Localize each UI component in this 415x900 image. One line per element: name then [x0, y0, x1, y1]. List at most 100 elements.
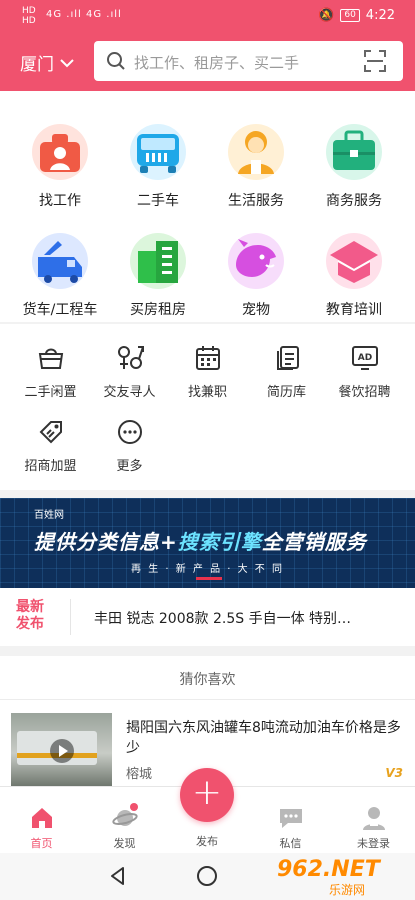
category-truck[interactable]: 货车/工程车	[8, 231, 112, 319]
category-label: 二手车	[137, 193, 179, 209]
category-grid: 找工作 二手车 生活服务 商务服务 货车/工程车 买房租房 宠物 教育培训	[0, 91, 415, 322]
sim1-label: HD	[22, 6, 36, 16]
mute-icon: 🔕	[318, 8, 335, 23]
truck-icon	[32, 233, 88, 289]
back-icon[interactable]	[108, 866, 128, 886]
search-icon	[107, 52, 125, 70]
life-service-icon	[228, 124, 284, 180]
category-label: 宠物	[242, 302, 270, 318]
education-icon	[326, 233, 382, 289]
subcategory-resume[interactable]: 简历库	[245, 344, 328, 400]
recommend-header: 猜你喜欢	[0, 656, 415, 700]
subcategory-franchise[interactable]: 招商加盟	[9, 418, 92, 474]
subcategory-catering-jobs[interactable]: AD 餐饮招聘	[323, 344, 406, 400]
signal-icon: 4G .ıll 4G .ıll	[46, 9, 122, 20]
sim2-label: HD	[22, 16, 36, 26]
banner-subtitle: 再 生 · 新 产 品 · 大 不 同	[131, 564, 284, 575]
user-icon	[362, 807, 385, 830]
category-business-service[interactable]: 商务服务	[302, 122, 406, 210]
category-label: 买房租房	[130, 302, 186, 318]
verified-badge: V3	[385, 766, 403, 780]
banner-title-part-b: 搜索引擎	[177, 530, 262, 554]
tab-label: 未登录	[357, 837, 390, 850]
svg-text:AD: AD	[357, 353, 371, 363]
publish-label: 发布	[196, 835, 218, 848]
latest-tag: 最新发布	[16, 599, 44, 632]
category-pet[interactable]: 宠物	[204, 231, 308, 319]
ad-icon: AD	[351, 346, 378, 370]
banner-indicator	[196, 577, 222, 580]
more-icon	[117, 420, 142, 444]
subcategory-grid: 二手闲置 交友寻人 找兼职 简历库 AD 餐饮招聘 招商加盟 更多	[0, 324, 415, 490]
recommend-title: 猜你喜欢	[179, 672, 236, 688]
subcategory-friends[interactable]: 交友寻人	[88, 344, 171, 400]
house-icon	[130, 233, 186, 289]
banner-title-part-a: 提供分类信息+	[34, 530, 178, 554]
used-car-icon	[130, 124, 186, 180]
tab-messages[interactable]: 私信	[249, 805, 332, 851]
business-service-icon	[326, 124, 382, 180]
home-icon	[31, 808, 52, 828]
category-used-car[interactable]: 二手车	[106, 122, 210, 210]
category-label: 生活服务	[228, 193, 284, 209]
job-icon	[32, 124, 88, 180]
promo-banner[interactable]: 百姓网 提供分类信息+搜索引擎全营销服务 再 生 · 新 产 品 · 大 不 同	[0, 498, 415, 588]
search-input[interactable]: 找工作、租房子、买二手	[94, 41, 403, 81]
subcategory-parttime[interactable]: 找兼职	[166, 344, 249, 400]
notification-dot	[130, 803, 138, 811]
basket-icon	[38, 348, 63, 369]
divider	[70, 599, 71, 635]
listing-location: 榕城	[126, 767, 153, 782]
tab-label: 首页	[30, 837, 53, 850]
latest-news-text[interactable]: 丰田 锐志 2008款 2.5S 手自一体 特别…	[94, 608, 351, 628]
subcategory-label: 找兼职	[187, 385, 227, 400]
tag-icon	[39, 421, 62, 444]
subcategory-label: 简历库	[266, 385, 306, 400]
category-house[interactable]: 买房租房	[106, 231, 210, 319]
play-icon[interactable]	[50, 739, 74, 763]
chevron-down-icon	[60, 58, 74, 67]
category-label: 找工作	[39, 193, 81, 209]
watermark-subtext: 乐游网	[329, 883, 366, 897]
watermark-text: 962.NET	[277, 857, 380, 882]
subcategory-label: 餐饮招聘	[338, 385, 391, 400]
category-job[interactable]: 找工作	[8, 122, 112, 210]
header: 厦门 找工作、租房子、买二手	[0, 33, 415, 91]
category-label: 货车/工程车	[22, 302, 98, 318]
battery-icon: 60	[340, 9, 360, 22]
plus-icon: +	[191, 772, 223, 813]
tab-profile[interactable]: 未登录	[332, 805, 415, 851]
search-placeholder: 找工作、租房子、买二手	[134, 54, 300, 72]
tab-home[interactable]: 首页	[0, 805, 83, 851]
category-life-service[interactable]: 生活服务	[204, 122, 308, 210]
subcategory-label: 交友寻人	[103, 385, 156, 400]
category-education[interactable]: 教育培训	[302, 231, 406, 319]
scan-icon[interactable]	[363, 49, 387, 73]
subcategory-more[interactable]: 更多	[88, 418, 171, 474]
home-button-icon[interactable]	[197, 866, 217, 886]
status-bar: HD HD 4G .ıll 4G .ıll 🔕 60 4:22	[0, 0, 415, 33]
resume-icon	[276, 346, 299, 370]
listing-title[interactable]: 揭阳国六东风油罐车8吨流动加油车价格是多少	[126, 718, 402, 758]
city-selector[interactable]: 厦门	[20, 50, 74, 75]
tab-discover[interactable]: 发现	[83, 803, 166, 851]
clock: 4:22	[365, 8, 395, 23]
subcategory-label: 二手闲置	[24, 385, 77, 400]
calendar-icon	[195, 346, 220, 370]
publish-button[interactable]: +	[180, 768, 234, 822]
tab-label: 私信	[279, 837, 302, 850]
subcategory-label: 更多	[116, 459, 143, 474]
tab-label: 发现	[113, 837, 136, 850]
status-right: 🔕 60 4:22	[318, 8, 395, 23]
chat-icon	[279, 809, 302, 828]
listing-thumbnail[interactable]	[11, 713, 112, 786]
watermark-logo: 962.NET 乐游网	[277, 857, 409, 897]
category-label: 商务服务	[326, 193, 382, 209]
city-label: 厦门	[20, 55, 54, 75]
latest-news[interactable]: 最新发布 丰田 锐志 2008款 2.5S 手自一体 特别…	[0, 588, 415, 646]
subcategory-secondhand[interactable]: 二手闲置	[9, 344, 92, 400]
pet-icon	[228, 233, 284, 289]
category-label: 教育培训	[326, 302, 382, 318]
banner-brand: 百姓网	[34, 510, 64, 521]
banner-title-part-c: 全营销服务	[261, 530, 367, 554]
